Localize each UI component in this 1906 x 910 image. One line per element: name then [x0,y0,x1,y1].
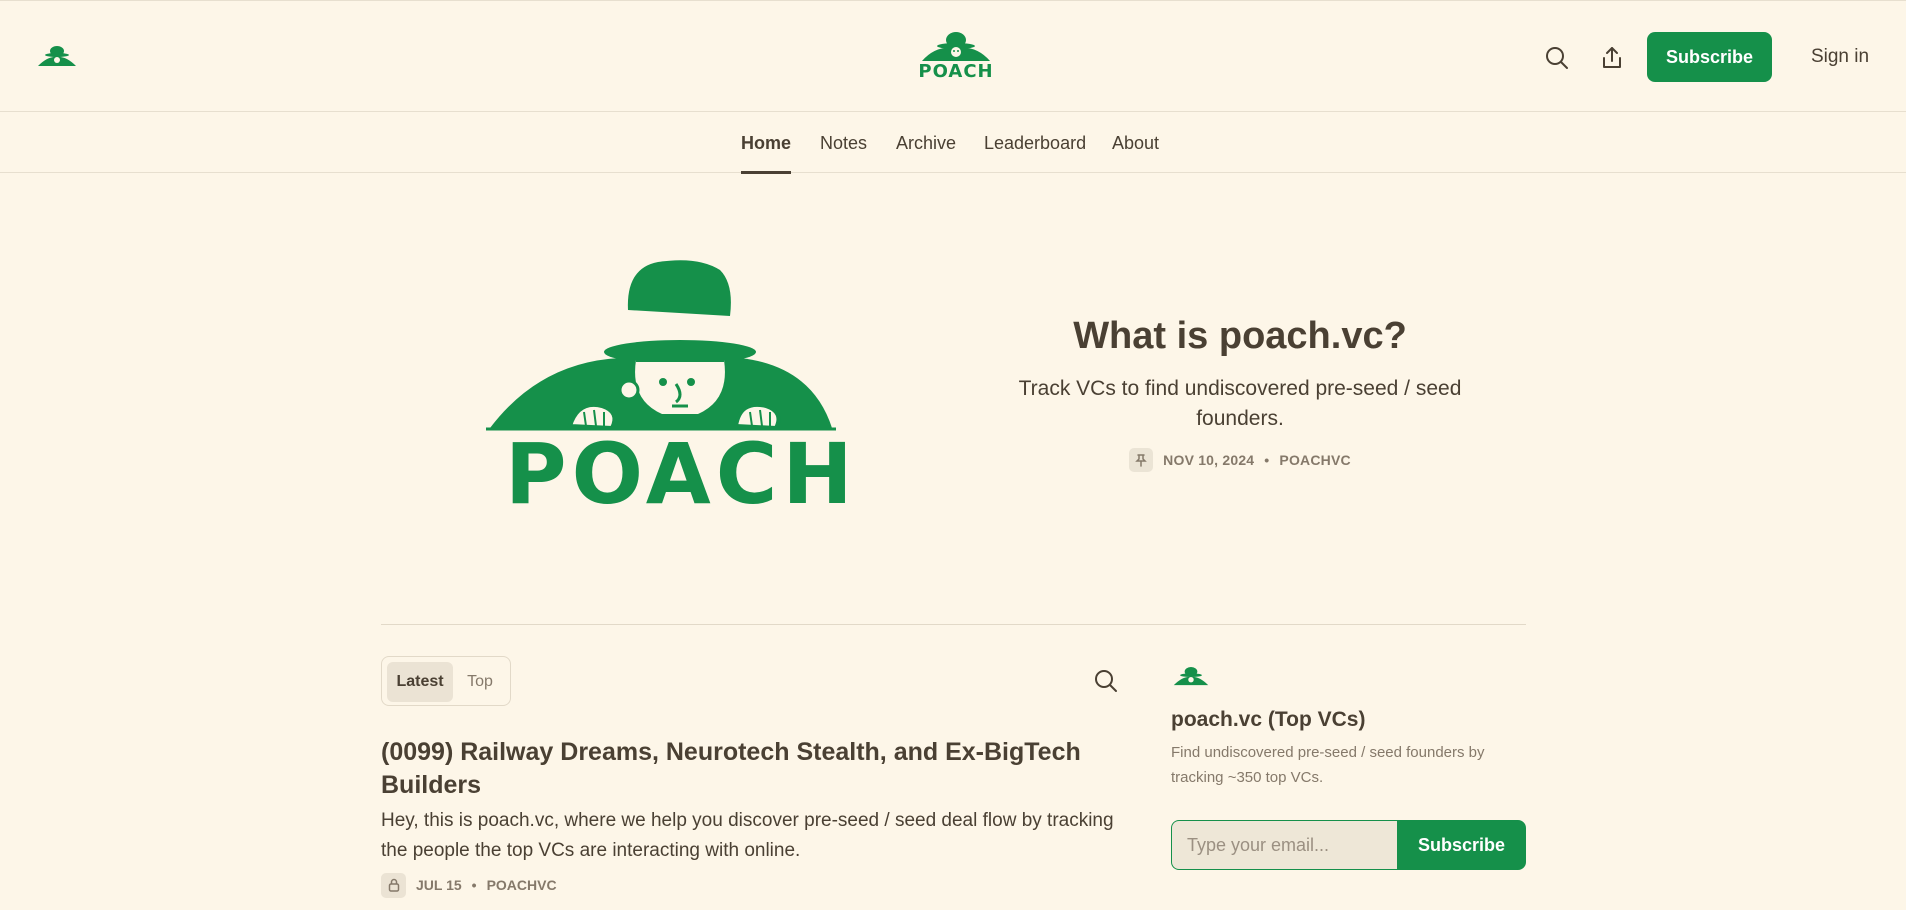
post-author[interactable]: POACHVC [487,877,557,893]
header-subscribe-button[interactable]: Subscribe [1647,32,1772,82]
email-field[interactable] [1171,820,1399,870]
hero-text-block: What is poach.vc? Track VCs to find undi… [1010,310,1470,472]
section-divider [381,624,1526,625]
hero-author[interactable]: POACHVC [1279,452,1350,468]
brand-logo[interactable]: POACH [918,31,994,83]
main-nav: Home Notes Archive Leaderboard About [0,112,1906,174]
hero-wordmark: POACH [505,425,858,523]
sidebar-logo-icon[interactable] [1172,666,1210,688]
top-header: POACH Subscribe Sign in [0,0,1906,112]
brand-wordmark: POACH [918,61,994,82]
sign-in-link[interactable]: Sign in [1790,32,1890,82]
poach-mascot-icon [922,32,990,61]
nav-leaderboard[interactable]: Leaderboard [984,112,1086,173]
hero-meta: NOV 10, 2024 • POACHVC [1010,448,1470,472]
hero-subtitle: Track VCs to find undiscovered pre-seed … [1018,377,1462,430]
meta-separator: • [1264,452,1270,468]
share-icon[interactable] [1599,45,1625,71]
nav-archive[interactable]: Archive [896,112,956,173]
feed-tabs: Latest Top [381,656,511,706]
feed-search-icon[interactable] [1093,668,1119,694]
post-title[interactable]: (0099) Railway Dreams, Neurotech Stealth… [381,736,1101,802]
tab-top[interactable]: Top [458,662,502,702]
lock-icon [381,872,406,898]
meta-separator: • [471,877,477,893]
sidebar-subscribe-button[interactable]: Subscribe [1397,820,1526,870]
hero-date: NOV 10, 2024 [1163,452,1255,468]
tab-latest[interactable]: Latest [387,662,453,702]
nav-about[interactable]: About [1112,112,1159,173]
pin-icon [1129,448,1154,472]
publication-logo-icon[interactable] [36,45,78,69]
nav-notes[interactable]: Notes [820,112,867,173]
sidebar-title: poach.vc (Top VCs) [1171,708,1366,731]
hero-title[interactable]: What is poach.vc? [1010,310,1470,362]
search-icon[interactable] [1544,45,1570,71]
post-date: JUL 15 [416,877,462,893]
post-meta: JUL 15 • POACHVC [381,872,557,898]
sidebar-description: Find undiscovered pre-seed / seed founde… [1171,744,1485,786]
nav-home[interactable]: Home [741,112,792,174]
post-excerpt: Hey, this is poach.vc, where we help you… [381,810,1114,861]
